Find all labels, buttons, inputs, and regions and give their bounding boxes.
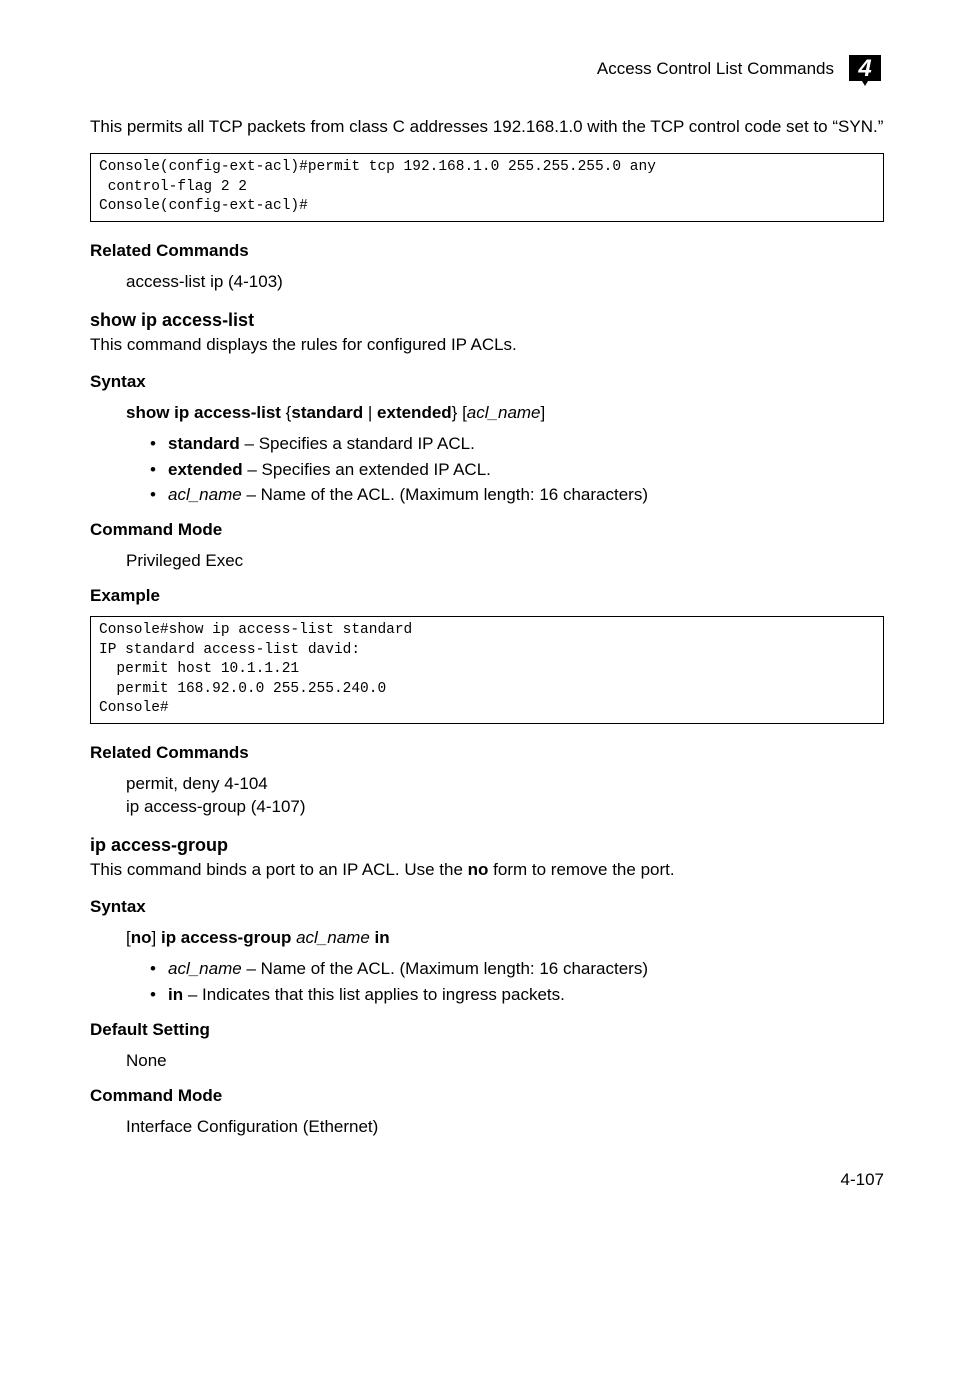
default-setting-value: None bbox=[126, 1050, 884, 1073]
default-setting-heading: Default Setting bbox=[90, 1019, 884, 1042]
syntax-heading: Syntax bbox=[90, 896, 884, 919]
syntax-heading: Syntax bbox=[90, 371, 884, 394]
related-commands-heading: Related Commands bbox=[90, 742, 884, 765]
syntax-bullet-list: acl_name – Name of the ACL. (Maximum len… bbox=[150, 958, 884, 1007]
command-title-show-ip-access-list: show ip access-list bbox=[90, 308, 884, 332]
command-description: This command displays the rules for conf… bbox=[90, 334, 884, 357]
chapter-number-icon: 4 bbox=[846, 50, 884, 88]
page-number: 4-107 bbox=[90, 1169, 884, 1192]
related-command-link: permit, deny 4-104 bbox=[126, 773, 884, 796]
command-title-ip-access-group: ip access-group bbox=[90, 833, 884, 857]
command-mode-value: Interface Configuration (Ethernet) bbox=[126, 1116, 884, 1139]
related-commands-heading: Related Commands bbox=[90, 240, 884, 263]
code-block-permit-tcp: Console(config-ext-acl)#permit tcp 192.1… bbox=[90, 153, 884, 222]
list-item: acl_name – Name of the ACL. (Maximum len… bbox=[150, 958, 884, 981]
syntax-line: show ip access-list {standard | extended… bbox=[126, 402, 884, 425]
list-item: standard – Specifies a standard IP ACL. bbox=[150, 433, 884, 456]
list-item: extended – Specifies an extended IP ACL. bbox=[150, 459, 884, 482]
list-item: in – Indicates that this list applies to… bbox=[150, 984, 884, 1007]
syntax-bullet-list: standard – Specifies a standard IP ACL. … bbox=[150, 433, 884, 508]
code-block-show-ip: Console#show ip access-list standard IP … bbox=[90, 616, 884, 724]
command-description: This command binds a port to an IP ACL. … bbox=[90, 859, 884, 882]
page-header: Access Control List Commands 4 bbox=[90, 50, 884, 88]
intro-paragraph: This permits all TCP packets from class … bbox=[90, 116, 884, 139]
svg-text:4: 4 bbox=[857, 55, 871, 82]
command-mode-value: Privileged Exec bbox=[126, 550, 884, 573]
command-mode-heading: Command Mode bbox=[90, 1085, 884, 1108]
related-command-link: access-list ip (4-103) bbox=[126, 271, 884, 294]
syntax-line: [no] ip access-group acl_name in bbox=[126, 927, 884, 950]
related-command-link: ip access-group (4-107) bbox=[126, 796, 884, 819]
list-item: acl_name – Name of the ACL. (Maximum len… bbox=[150, 484, 884, 507]
example-heading: Example bbox=[90, 585, 884, 608]
section-title: Access Control List Commands bbox=[597, 58, 834, 81]
command-mode-heading: Command Mode bbox=[90, 519, 884, 542]
